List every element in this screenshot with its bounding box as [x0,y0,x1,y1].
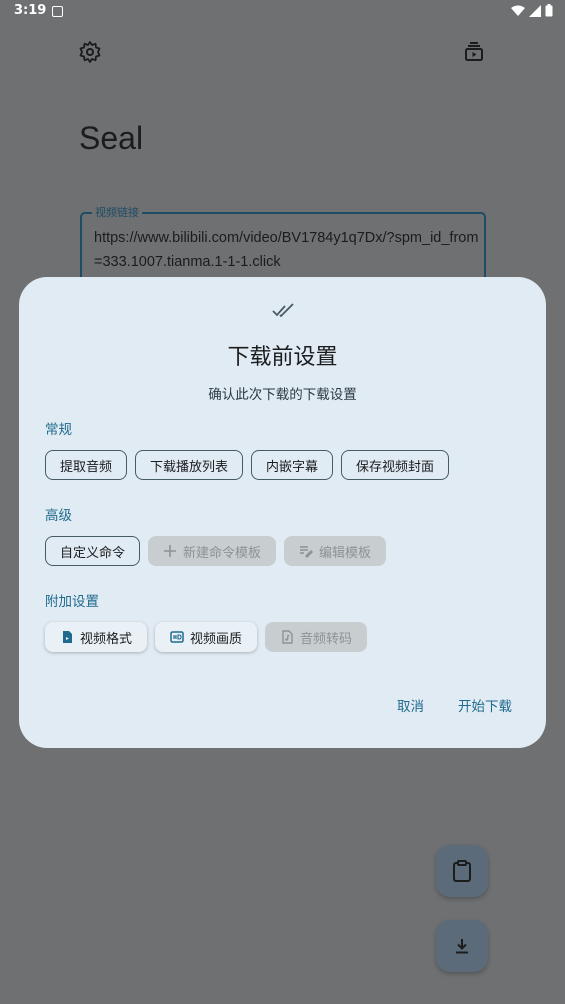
cancel-button[interactable]: 取消 [397,695,424,715]
done-all-icon [272,303,294,318]
embed-subtitles-chip[interactable]: 内嵌字幕 [251,450,334,480]
clipboard-icon [453,860,471,882]
general-chips: 提取音频 下载播放列表 内嵌字幕 保存视频封面 [45,450,450,480]
extra-chips: 视频格式 视频画质 音频转码 [45,622,368,652]
save-thumbnail-chip[interactable]: 保存视频封面 [341,450,450,480]
wifi-icon [511,5,525,16]
audio-conversion-label: 音频转码 [300,631,353,647]
notification-icon [52,6,63,17]
dialog-title: 下载前设置 [227,345,338,370]
video-format-label: 视频格式 [80,631,133,647]
paste-button[interactable] [436,845,488,897]
audio-conversion-chip[interactable]: 音频转码 [265,622,368,652]
settings-gear-icon[interactable] [78,40,102,64]
status-icons [511,4,553,17]
extract-audio-chip[interactable]: 提取音频 [45,450,128,480]
video-quality-chip[interactable]: 视频画质 [155,622,258,652]
download-button[interactable] [436,920,488,972]
signal-icon [529,4,541,17]
advanced-chips: 自定义命令 新建命令模板 编辑模板 [45,536,387,566]
custom-command-chip[interactable]: 自定义命令 [45,536,141,566]
status-time: 3:19 [14,3,47,18]
section-general-label: 常规 [45,422,72,438]
download-settings-dialog: 下载前设置 确认此次下载的下载设置 常规 提取音频 下载播放列表 内嵌字幕 保存… [19,277,546,748]
app-title: Seal [79,120,144,156]
status-bar: 3:19 [0,0,565,24]
section-extra-label: 附加设置 [45,594,99,610]
start-download-button[interactable]: 开始下载 [458,695,512,715]
video-url-label: 视频链接 [92,204,142,220]
hd-icon [170,631,184,643]
battery-icon [545,4,553,17]
video-file-icon [63,631,72,643]
video-quality-label: 视频画质 [190,631,243,647]
download-queue-icon[interactable] [462,40,486,64]
download-icon [456,939,468,954]
edit-template-chip[interactable]: 编辑模板 [284,536,387,566]
edit-template-label: 编辑模板 [319,545,372,561]
section-advanced-label: 高级 [45,508,72,524]
dialog-actions: 取消 开始下载 [397,695,512,715]
download-playlist-chip[interactable]: 下载播放列表 [135,450,244,480]
audio-file-icon [282,630,293,644]
edit-note-icon [300,546,314,558]
add-icon [164,545,177,557]
video-url-input[interactable]: https://www.bilibili.com/video/BV1784y1q… [94,226,479,274]
new-command-template-chip[interactable]: 新建命令模板 [148,536,277,566]
new-command-template-label: 新建命令模板 [183,545,262,561]
dialog-subtitle: 确认此次下载的下载设置 [208,387,357,403]
video-format-chip[interactable]: 视频格式 [45,622,148,652]
